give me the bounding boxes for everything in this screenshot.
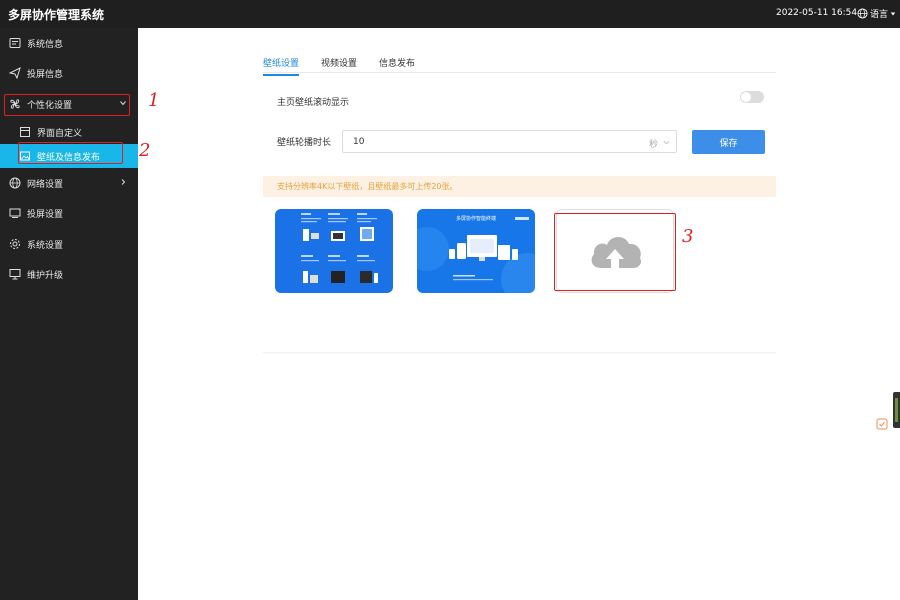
sidebar-item-cast-settings[interactable]: 投屏设置 [0, 201, 138, 225]
sidebar-item-system-info[interactable]: 系统信息 [0, 31, 138, 55]
interval-select[interactable]: 10 秒 [342, 130, 677, 153]
annotation-number-2: 2 [139, 140, 151, 161]
tab-info-publish[interactable]: 信息发布 [379, 56, 415, 69]
sidebar-item-label: 系统设置 [27, 240, 64, 251]
upgrade-icon [9, 268, 21, 280]
annotation-box-3 [554, 213, 676, 291]
scroll-display-label: 主页壁纸滚动显示 [277, 98, 350, 108]
sidebar-item-label: 投屏设置 [27, 209, 64, 220]
tab-wallpaper-settings[interactable]: 壁纸设置 [263, 56, 300, 76]
cast-icon [9, 207, 21, 219]
datetime: 2022-05-11 16:54 [776, 8, 858, 18]
wallpaper-preview-2: 多屏协作智能终端 [417, 209, 535, 293]
upload-notice: 支持分辨率4K以下壁纸，且壁纸最多可上传20张。 [263, 176, 776, 197]
sidebar-item-ui-custom[interactable]: 界面自定义 [0, 120, 138, 144]
gear-icon [9, 238, 21, 250]
globe-icon [857, 8, 868, 19]
sidebar-item-network[interactable]: 网络设置 [0, 171, 138, 195]
sidebar-item-label: 界面自定义 [37, 128, 83, 139]
annotation-box-2 [18, 142, 123, 164]
tab-video-settings[interactable]: 视频设置 [321, 56, 357, 69]
send-icon [9, 67, 21, 79]
sidebar-item-label: 系统信息 [27, 39, 64, 50]
tab-bar: 壁纸设置 视频设置 信息发布 [263, 54, 776, 76]
annotation-number-3: 3 [682, 226, 694, 247]
main-panel [138, 28, 900, 600]
interval-value: 10 [353, 137, 365, 147]
app-title: 多屏协作管理系统 [8, 8, 105, 22]
scroll-display-toggle[interactable] [740, 91, 764, 103]
sidebar-item-label: 网络设置 [27, 179, 64, 190]
wallpaper-preview-1 [275, 209, 393, 293]
sidebar-item-label: 维护升级 [27, 270, 64, 281]
language-label: 语言 [870, 10, 889, 20]
monitor-info-icon [9, 37, 21, 49]
language-switcher[interactable]: 语言 [857, 7, 896, 20]
side-drawer-handle[interactable] [893, 392, 900, 428]
save-button[interactable]: 保存 [692, 130, 765, 154]
chevron-down-icon [663, 140, 670, 145]
feedback-icon[interactable] [876, 418, 888, 430]
wallpaper-thumbnail-1[interactable] [275, 209, 393, 293]
sidebar-item-system-settings[interactable]: 系统设置 [0, 232, 138, 256]
wallpaper-title-text: 多屏协作智能终端 [456, 215, 496, 222]
top-bar: 多屏协作管理系统 2022-05-11 16:54 语言 [0, 0, 900, 28]
caret-down-icon [890, 12, 896, 15]
chevron-right-icon [121, 179, 126, 185]
annotation-number-1: 1 [148, 90, 160, 111]
layout-icon [19, 126, 31, 138]
sidebar-item-label: 投屏信息 [27, 69, 64, 80]
interval-unit: 秒 [648, 140, 658, 150]
interval-label: 壁纸轮播时长 [277, 138, 332, 148]
wallpaper-thumbnail-2[interactable]: 多屏协作智能终端 [417, 209, 535, 293]
sidebar-item-maintenance[interactable]: 维护升级 [0, 262, 138, 286]
annotation-box-1 [4, 94, 130, 116]
globe-icon [9, 177, 21, 189]
content-divider [263, 352, 776, 353]
sidebar-item-cast-info[interactable]: 投屏信息 [0, 61, 138, 85]
